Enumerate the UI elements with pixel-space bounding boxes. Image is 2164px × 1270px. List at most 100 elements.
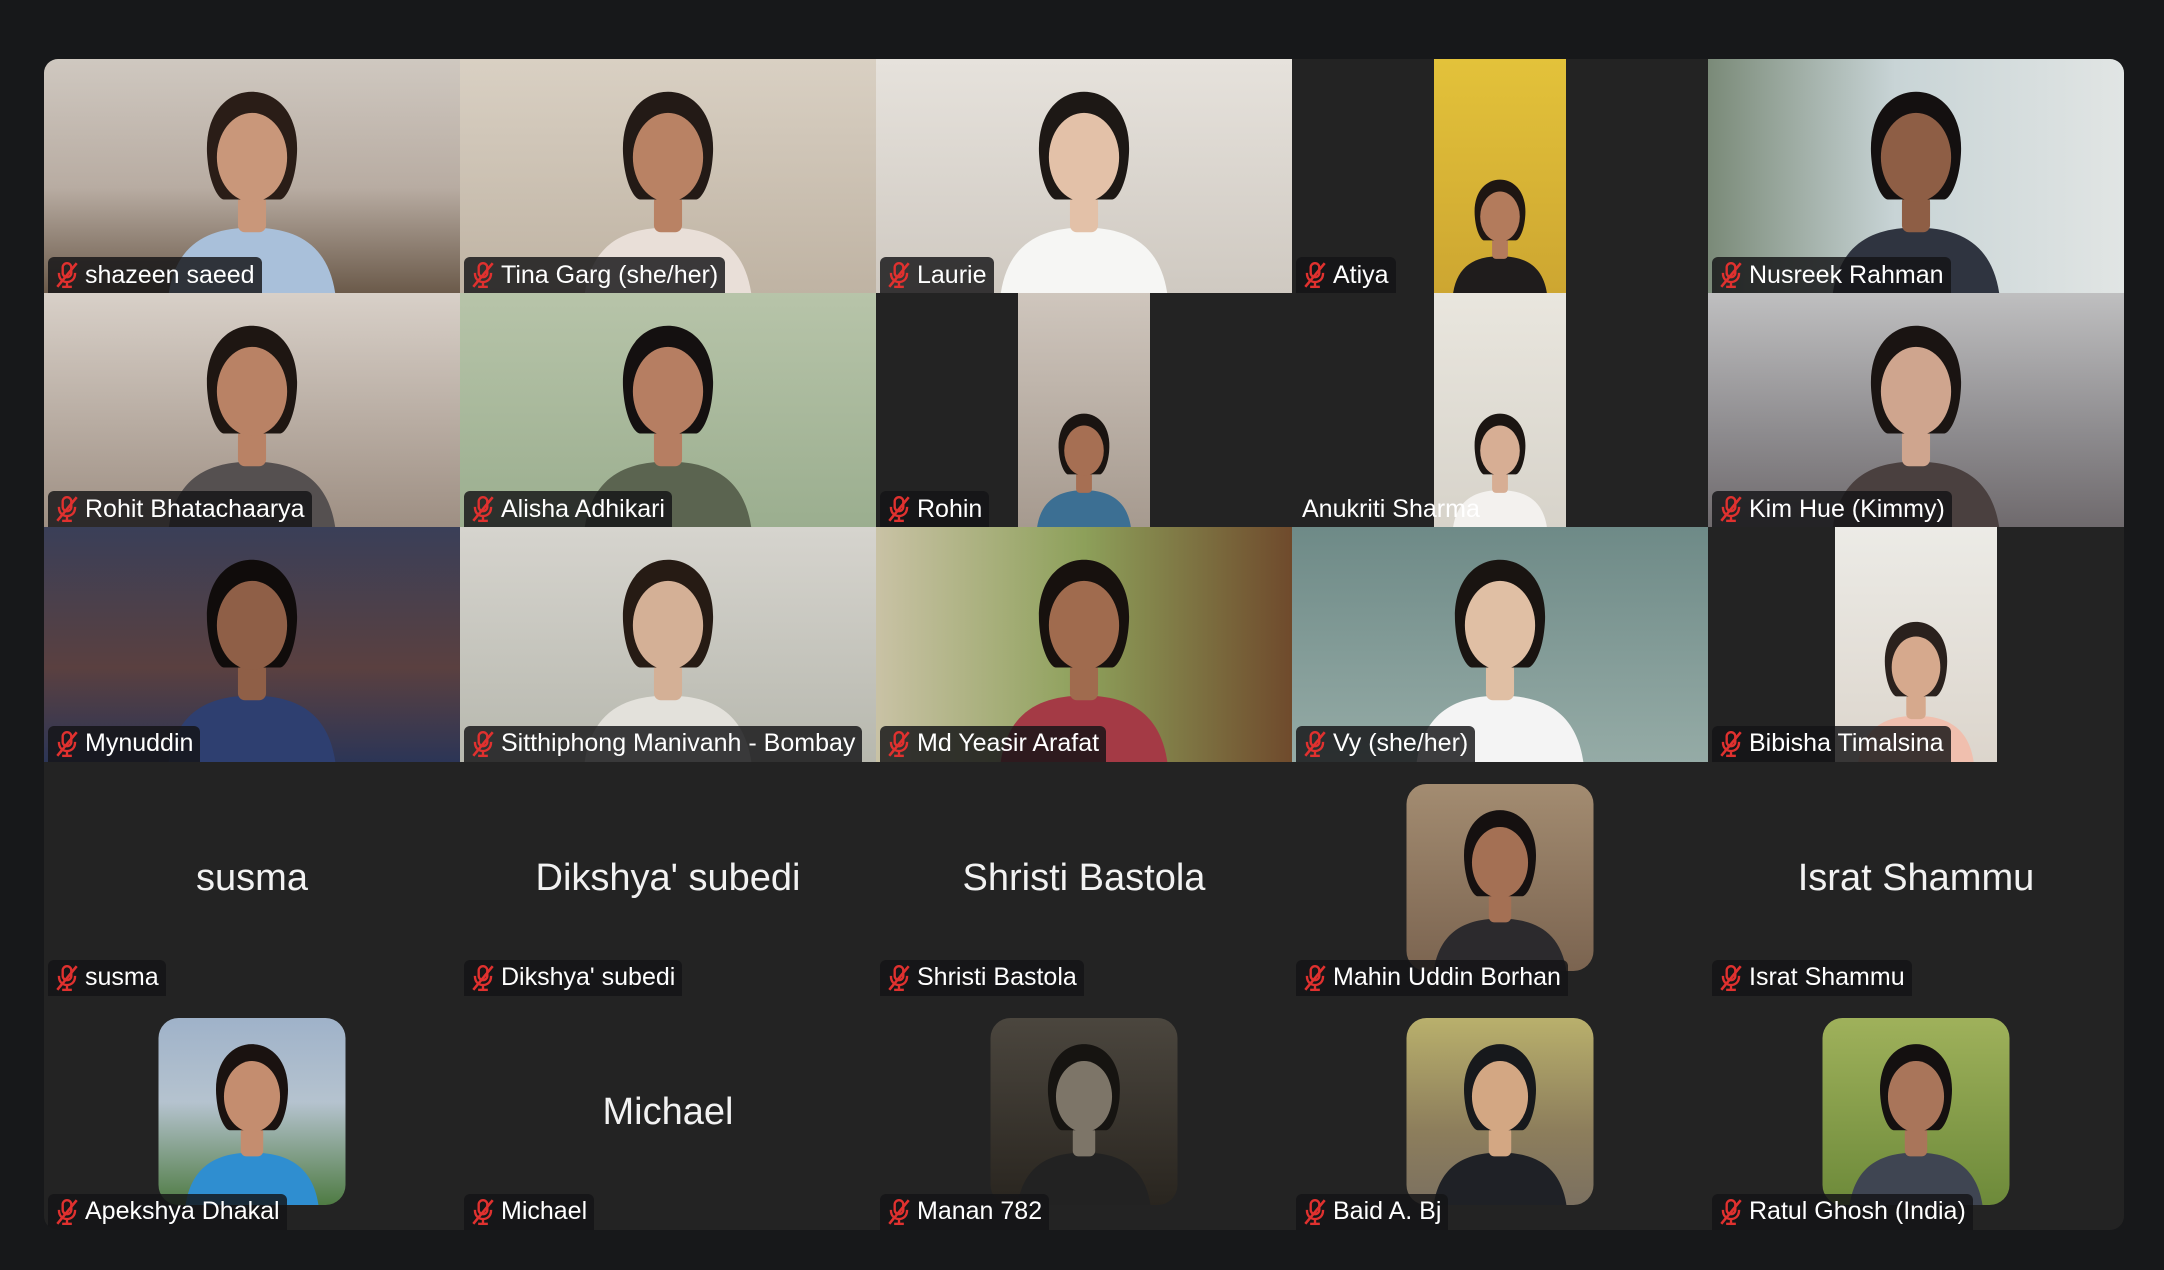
participant-video bbox=[1434, 59, 1566, 294]
mic-muted-icon[interactable] bbox=[1302, 964, 1328, 992]
participant-tile[interactable]: Sitthiphong Manivanh - Bombay bbox=[460, 527, 876, 762]
mic-muted-icon[interactable] bbox=[54, 964, 80, 992]
participant-name-tag: Vy (she/her) bbox=[1296, 725, 1476, 762]
participant-name: Mahin Uddin Borhan bbox=[1333, 963, 1561, 992]
mic-muted-icon[interactable] bbox=[1302, 1198, 1328, 1226]
participant-tile[interactable]: Shristi Bastola Shristi Bastola bbox=[876, 761, 1292, 996]
participant-name: Md Yeasir Arafat bbox=[917, 729, 1100, 758]
participant-video bbox=[1406, 783, 1594, 971]
mic-muted-icon[interactable] bbox=[1718, 964, 1744, 992]
participant-tile[interactable]: Anukriti Sharma bbox=[1292, 293, 1708, 528]
participant-tile[interactable]: Mahin Uddin Borhan bbox=[1292, 761, 1708, 996]
mic-muted-icon[interactable] bbox=[1302, 261, 1328, 289]
participant-name: Michael bbox=[501, 1197, 588, 1226]
participant-tile[interactable]: Kim Hue (Kimmy) bbox=[1708, 293, 2124, 528]
participant-tile[interactable]: shazeen saeed bbox=[44, 59, 460, 294]
mic-muted-icon[interactable] bbox=[1718, 495, 1744, 523]
participant-name: Apekshya Dhakal bbox=[85, 1197, 280, 1226]
participant-name-tag: Atiya bbox=[1296, 257, 1396, 294]
participant-name-tag: shazeen saeed bbox=[48, 257, 262, 294]
participant-name-tag: Tina Garg (she/her) bbox=[464, 257, 726, 294]
participant-name-tag: Dikshya' subedi bbox=[464, 959, 683, 996]
participant-tile[interactable]: Rohin bbox=[876, 293, 1292, 528]
participant-tile[interactable]: Ratul Ghosh (India) bbox=[1708, 995, 2124, 1230]
participant-tile[interactable]: Dikshya' subedi Dikshya' subedi bbox=[460, 761, 876, 996]
participant-tile[interactable]: Rohit Bhatachaarya bbox=[44, 293, 460, 528]
participant-name-tag: Bibisha Timalsina bbox=[1712, 725, 1951, 762]
participant-name-tag: Nusreek Rahman bbox=[1712, 257, 1951, 294]
participant-tile[interactable]: Michael Michael bbox=[460, 995, 876, 1230]
person-silhouette-icon bbox=[1017, 1043, 1151, 1205]
participant-tile[interactable]: Mynuddin bbox=[44, 527, 460, 762]
person-silhouette-icon bbox=[1849, 1043, 1983, 1205]
participant-tile[interactable]: Apekshya Dhakal bbox=[44, 995, 460, 1230]
participant-name-tag: Alisha Adhikari bbox=[464, 491, 672, 528]
participant-tile[interactable]: Baid A. Bj bbox=[1292, 995, 1708, 1230]
participant-name-tag: Rohin bbox=[880, 491, 990, 528]
participant-name: Atiya bbox=[1333, 260, 1389, 289]
participant-name-tag: Rohit Bhatachaarya bbox=[48, 491, 312, 528]
participant-name: Baid A. Bj bbox=[1333, 1197, 1442, 1226]
mic-muted-icon[interactable] bbox=[470, 964, 496, 992]
participant-tile[interactable]: Nusreek Rahman bbox=[1708, 59, 2124, 294]
participant-tile[interactable]: Israt Shammu Israt Shammu bbox=[1708, 761, 2124, 996]
mic-muted-icon[interactable] bbox=[1718, 1198, 1744, 1226]
participant-name-tag: Apekshya Dhakal bbox=[48, 1193, 287, 1230]
participant-name-tag: Baid A. Bj bbox=[1296, 1193, 1449, 1230]
participant-name-tag: Sitthiphong Manivanh - Bombay bbox=[464, 725, 863, 762]
mic-muted-icon[interactable] bbox=[886, 261, 912, 289]
participant-name: Ratul Ghosh (India) bbox=[1749, 1197, 1966, 1226]
mic-muted-icon[interactable] bbox=[470, 261, 496, 289]
mic-muted-icon[interactable] bbox=[886, 1198, 912, 1226]
participant-name-tag: Manan 782 bbox=[880, 1193, 1050, 1230]
participant-tile[interactable]: Alisha Adhikari bbox=[460, 293, 876, 528]
participant-video bbox=[158, 1017, 346, 1205]
participant-name: Sitthiphong Manivanh - Bombay bbox=[501, 729, 856, 758]
participant-name: Vy (she/her) bbox=[1333, 729, 1469, 758]
video-gallery: shazeen saeed Tina Garg (she/her) Laurie… bbox=[44, 59, 2124, 1230]
mic-muted-icon[interactable] bbox=[54, 261, 80, 289]
person-silhouette-icon bbox=[1433, 1043, 1567, 1205]
participant-name-tag: Shristi Bastola bbox=[880, 959, 1084, 996]
mic-muted-icon[interactable] bbox=[54, 495, 80, 523]
participant-tile[interactable]: Bibisha Timalsina bbox=[1708, 527, 2124, 762]
mic-muted-icon[interactable] bbox=[54, 1198, 80, 1226]
mic-muted-icon[interactable] bbox=[470, 730, 496, 758]
mic-muted-icon[interactable] bbox=[470, 1198, 496, 1226]
participant-name: Israt Shammu bbox=[1749, 963, 1905, 992]
participant-tile[interactable]: Tina Garg (she/her) bbox=[460, 59, 876, 294]
participant-name: Dikshya' subedi bbox=[501, 963, 676, 992]
mic-muted-icon[interactable] bbox=[886, 964, 912, 992]
mic-muted-icon[interactable] bbox=[1302, 730, 1328, 758]
participant-name: Rohin bbox=[917, 494, 983, 523]
participant-name: Bibisha Timalsina bbox=[1749, 729, 1944, 758]
mic-muted-icon[interactable] bbox=[470, 495, 496, 523]
participant-tile[interactable]: Md Yeasir Arafat bbox=[876, 527, 1292, 762]
participant-name-tag: Mahin Uddin Borhan bbox=[1296, 959, 1568, 996]
participant-name: Shristi Bastola bbox=[917, 963, 1077, 992]
participant-name: shazeen saeed bbox=[85, 260, 255, 289]
participant-name: Anukriti Sharma bbox=[1302, 494, 1480, 523]
mic-muted-icon[interactable] bbox=[1718, 261, 1744, 289]
participant-video bbox=[1018, 293, 1150, 528]
mic-muted-icon[interactable] bbox=[886, 495, 912, 523]
person-silhouette-icon bbox=[1433, 809, 1567, 971]
mic-muted-icon[interactable] bbox=[886, 730, 912, 758]
participant-name-tag: Md Yeasir Arafat bbox=[880, 725, 1107, 762]
participant-name-tag: Michael bbox=[464, 1193, 595, 1230]
participant-name-tag: susma bbox=[48, 959, 166, 996]
person-silhouette-icon bbox=[1453, 179, 1547, 294]
participant-name-tag: Israt Shammu bbox=[1712, 959, 1912, 996]
participant-tile[interactable]: Laurie bbox=[876, 59, 1292, 294]
participant-name: Alisha Adhikari bbox=[501, 494, 665, 523]
participant-tile[interactable]: Manan 782 bbox=[876, 995, 1292, 1230]
mic-muted-icon[interactable] bbox=[54, 730, 80, 758]
participant-name: Rohit Bhatachaarya bbox=[85, 494, 305, 523]
participant-tile[interactable]: Atiya bbox=[1292, 59, 1708, 294]
person-silhouette-icon bbox=[185, 1043, 319, 1205]
participant-video bbox=[1822, 1017, 2010, 1205]
participant-tile[interactable]: Vy (she/her) bbox=[1292, 527, 1708, 762]
mic-muted-icon[interactable] bbox=[1718, 730, 1744, 758]
participant-tile[interactable]: susma susma bbox=[44, 761, 460, 996]
participant-video bbox=[990, 1017, 1178, 1205]
